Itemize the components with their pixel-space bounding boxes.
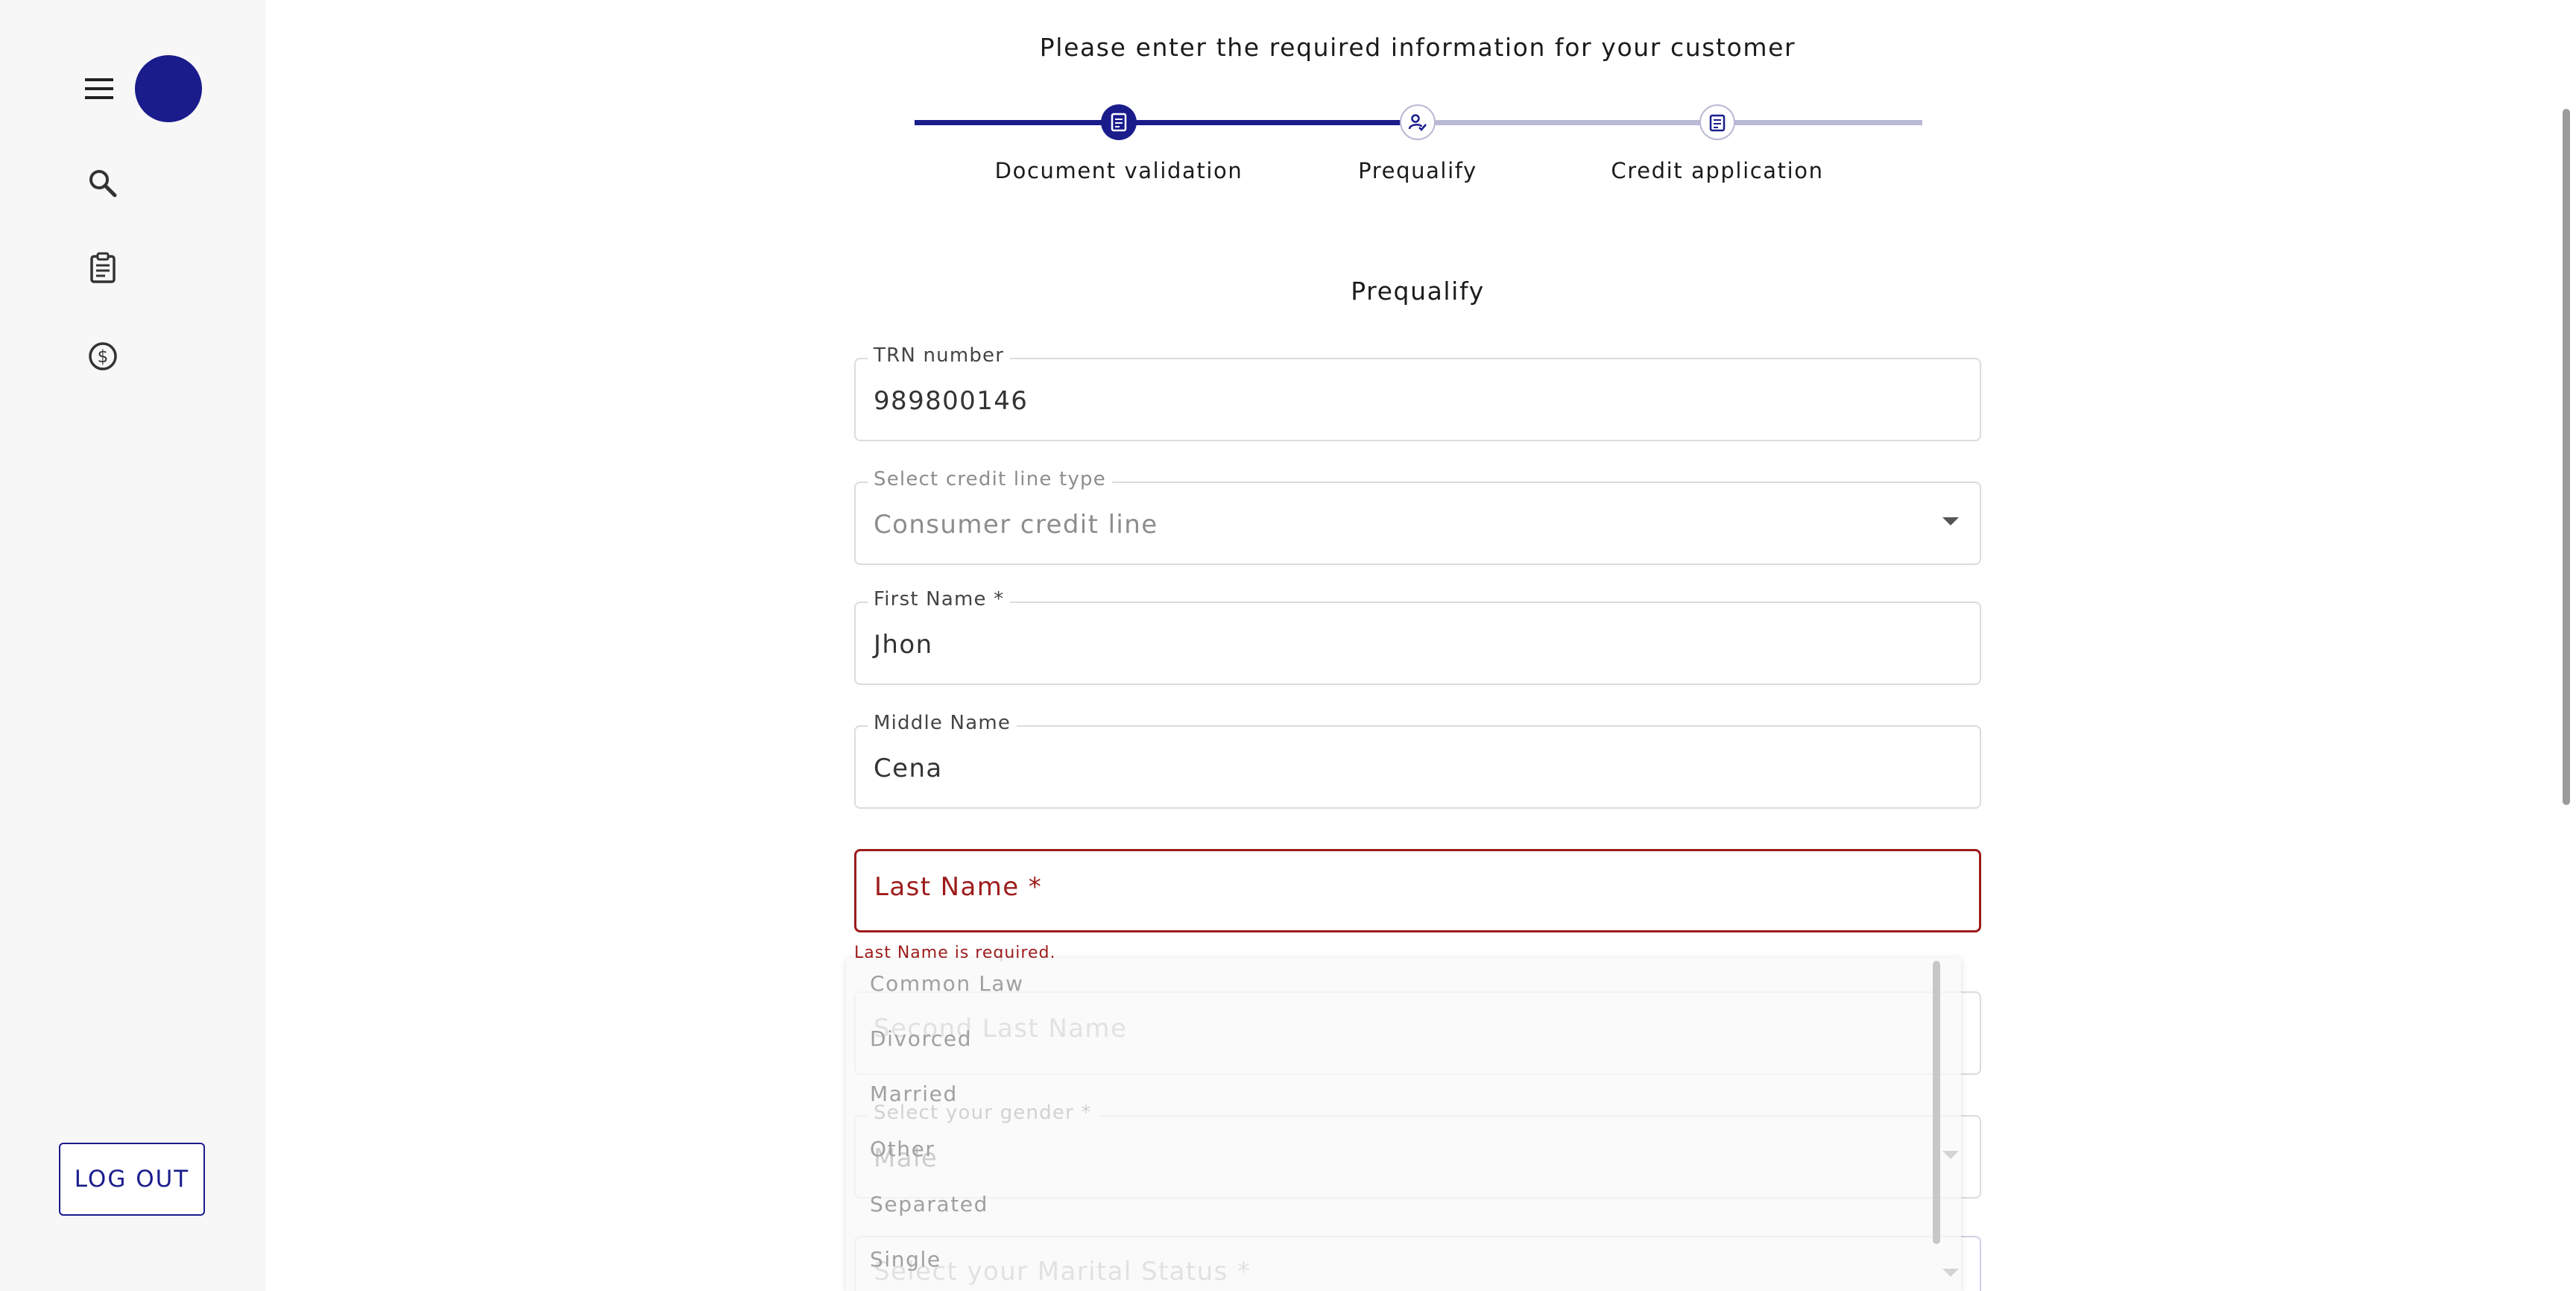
middle-name-label: Middle Name: [868, 712, 1017, 734]
page-scrollbar[interactable]: [2558, 0, 2576, 1291]
dollar-circle-icon[interactable]: $: [85, 338, 121, 374]
sidebar: $ LOG OUT: [0, 0, 265, 1291]
first-name-field[interactable]: First Name * Jhon: [854, 588, 1981, 685]
hamburger-menu-icon[interactable]: [83, 75, 115, 102]
marital-option[interactable]: Divorced: [870, 1026, 972, 1051]
step-credit-application[interactable]: [1699, 104, 1735, 140]
last-name-field[interactable]: Last Name *: [854, 849, 1981, 932]
marital-option[interactable]: Married: [870, 1082, 958, 1106]
page-instructions: Please enter the required information fo…: [1039, 33, 1796, 62]
marital-option[interactable]: Single: [870, 1247, 941, 1272]
trn-number-field[interactable]: TRN number 989800146: [854, 344, 1981, 441]
marital-status-select[interactable]: Select your Marital Status *: [854, 1236, 1981, 1291]
step-document-validation[interactable]: [1101, 104, 1137, 140]
document-check-icon: [1111, 113, 1127, 132]
clipboard-icon: [1709, 114, 1726, 132]
middle-name-value: Cena: [874, 754, 943, 783]
credit-line-type-label: Select credit line type: [868, 468, 1112, 490]
chevron-down-icon: [1942, 1269, 1959, 1277]
second-last-name-field[interactable]: Second Last Name: [854, 991, 1981, 1075]
page-scroll-thumb[interactable]: [2563, 109, 2570, 805]
marital-option[interactable]: Other: [870, 1137, 935, 1161]
credit-line-type-value: Consumer credit line: [874, 510, 1158, 540]
marital-option[interactable]: Common Law: [870, 971, 1024, 996]
step-prequalify[interactable]: [1400, 104, 1436, 140]
form-title: Prequalify: [1351, 277, 1485, 306]
last-name-placeholder: Last Name *: [874, 872, 1043, 902]
last-name-error: Last Name is required.: [854, 944, 1056, 962]
marital-option[interactable]: Separated: [870, 1192, 988, 1216]
middle-name-field[interactable]: Middle Name Cena: [854, 712, 1981, 809]
stepper-remaining-line: [1417, 120, 1922, 125]
logout-button[interactable]: LOG OUT: [59, 1143, 205, 1216]
gender-select[interactable]: Select your gender * Male: [854, 1102, 1981, 1199]
stepper-progress-line: [915, 120, 1417, 125]
first-name-value: Jhon: [874, 630, 933, 660]
search-icon[interactable]: [85, 165, 121, 201]
chevron-down-icon: [1942, 517, 1959, 525]
avatar[interactable]: [135, 55, 202, 122]
step-label-credit-application: Credit application: [1611, 158, 1824, 183]
first-name-label: First Name *: [868, 588, 1011, 610]
person-check-icon: [1408, 114, 1427, 131]
trn-number-label: TRN number: [868, 344, 1011, 367]
clipboard-icon[interactable]: [85, 250, 121, 286]
credit-line-type-select[interactable]: Select credit line type Consumer credit …: [854, 468, 1981, 565]
svg-text:$: $: [98, 347, 109, 367]
chevron-down-icon: [1942, 1151, 1959, 1159]
trn-number-value: 989800146: [874, 386, 1029, 416]
